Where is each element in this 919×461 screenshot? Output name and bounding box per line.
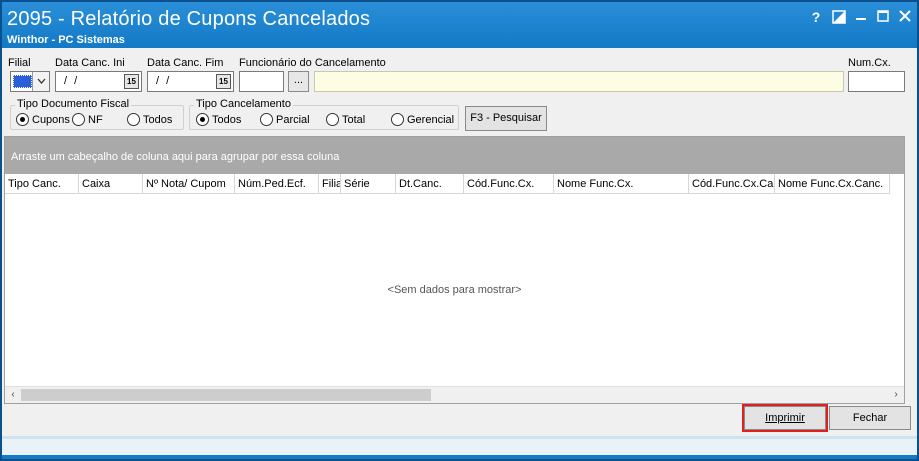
data-ini-field[interactable]: / / 15 bbox=[55, 71, 142, 92]
scroll-left-icon[interactable]: ‹ bbox=[5, 387, 21, 403]
maximize-icon[interactable] bbox=[874, 8, 892, 26]
numcx-field[interactable] bbox=[848, 71, 905, 92]
group-by-bar[interactable]: Arraste um cabeçalho de coluna aqui para… bbox=[5, 137, 904, 174]
data-fim-field[interactable]: / / 15 bbox=[147, 71, 234, 92]
funcionario-label: Funcionário do Cancelamento bbox=[239, 57, 386, 69]
radio-icon[interactable] bbox=[391, 113, 404, 126]
status-bar bbox=[2, 436, 917, 459]
imprimir-button[interactable]: Imprimir bbox=[742, 404, 828, 432]
column-header[interactable]: Núm.Ped.Ecf. bbox=[235, 174, 319, 194]
chevron-down-icon[interactable] bbox=[32, 72, 49, 91]
radio-label: Todos bbox=[212, 113, 242, 126]
radio-label: Cupons bbox=[32, 113, 70, 126]
column-header[interactable]: Tipo Canc. bbox=[5, 174, 79, 194]
column-header[interactable]: Dt.Canc. bbox=[396, 174, 464, 194]
window-subtitle: Winthor - PC Sistemas bbox=[7, 34, 125, 46]
radio-parcial[interactable]: Parcial bbox=[260, 113, 310, 126]
scroll-right-icon[interactable]: › bbox=[888, 387, 904, 403]
funcionario-name-field bbox=[314, 71, 844, 92]
filial-value bbox=[13, 75, 32, 88]
calendar-icon[interactable]: 15 bbox=[216, 74, 231, 89]
radio-todos-documento[interactable]: Todos bbox=[127, 113, 172, 126]
column-header[interactable]: Nome Func.Cx.Canc. bbox=[775, 174, 890, 194]
radio-label: Total bbox=[342, 113, 366, 126]
radio-gerencial[interactable]: Gerencial bbox=[391, 113, 454, 126]
radio-cupons[interactable]: Cupons bbox=[16, 113, 70, 126]
numcx-label: Num.Cx. bbox=[848, 57, 891, 69]
radio-total[interactable]: Total bbox=[326, 113, 365, 126]
funcionario-search-button[interactable]: ... bbox=[288, 71, 309, 92]
column-header[interactable]: Série bbox=[341, 174, 396, 194]
radio-label: Todos bbox=[143, 113, 173, 126]
radio-icon[interactable] bbox=[260, 113, 273, 126]
column-header[interactable]: Caixa bbox=[79, 174, 143, 194]
app-window: 2095 - Relatório de Cupons Cancelados Wi… bbox=[0, 0, 919, 461]
funcionario-code-field[interactable] bbox=[239, 71, 284, 92]
close-icon[interactable] bbox=[896, 8, 914, 26]
results-grid: Arraste um cabeçalho de coluna aqui para… bbox=[4, 136, 905, 404]
radio-todos-cancelamento[interactable]: Todos bbox=[196, 113, 241, 126]
pesquisar-button[interactable]: F3 - Pesquisar bbox=[465, 106, 547, 131]
radio-icon[interactable] bbox=[72, 113, 85, 126]
radio-label: NF bbox=[88, 113, 103, 126]
filter-panel: Filial Data Canc. Ini / / 15 Data Canc. … bbox=[2, 48, 917, 136]
fechar-label: Fechar bbox=[852, 412, 888, 424]
data-fim-value: / / bbox=[156, 75, 172, 87]
status-stripe bbox=[2, 455, 917, 459]
minimize-icon[interactable] bbox=[852, 8, 870, 26]
column-header[interactable]: Nome Func.Cx. bbox=[554, 174, 689, 194]
radio-icon[interactable] bbox=[127, 113, 140, 126]
horizontal-scrollbar[interactable]: ‹ › bbox=[5, 386, 904, 403]
column-header[interactable]: Cód.Func.Cx.Canc. bbox=[689, 174, 775, 194]
radio-nf[interactable]: NF bbox=[72, 113, 103, 126]
tipo-cancelamento-title: Tipo Cancelamento bbox=[194, 98, 293, 110]
window-title: 2095 - Relatório de Cupons Cancelados bbox=[7, 8, 371, 30]
radio-selected-icon[interactable] bbox=[16, 113, 29, 126]
help-icon[interactable]: ? bbox=[807, 8, 825, 26]
column-header[interactable]: Nº Nota/ Cupom bbox=[143, 174, 235, 194]
data-fim-label: Data Canc. Fim bbox=[147, 57, 224, 69]
empty-grid-message: <Sem dados para mostrar> bbox=[387, 284, 522, 296]
fechar-button[interactable]: Fechar bbox=[829, 406, 911, 430]
radio-icon[interactable] bbox=[326, 113, 339, 126]
column-header[interactable]: Cód.Func.Cx. bbox=[464, 174, 554, 194]
radio-label: Parcial bbox=[276, 113, 310, 126]
radio-label: Gerencial bbox=[407, 113, 455, 126]
data-ini-label: Data Canc. Ini bbox=[55, 57, 125, 69]
radio-selected-icon[interactable] bbox=[196, 113, 209, 126]
dock-icon[interactable] bbox=[830, 8, 848, 26]
data-ini-value: / / bbox=[64, 75, 80, 87]
title-bar: 2095 - Relatório de Cupons Cancelados Wi… bbox=[2, 2, 917, 48]
filial-label: Filial bbox=[8, 57, 31, 69]
calendar-icon[interactable]: 15 bbox=[124, 74, 139, 89]
scroll-thumb[interactable] bbox=[21, 389, 431, 401]
column-header[interactable]: Filial bbox=[319, 174, 341, 194]
imprimir-label: Imprimir bbox=[765, 412, 805, 424]
filial-select[interactable] bbox=[10, 71, 50, 92]
tipo-documento-title: Tipo Documento Fiscal bbox=[15, 98, 132, 110]
